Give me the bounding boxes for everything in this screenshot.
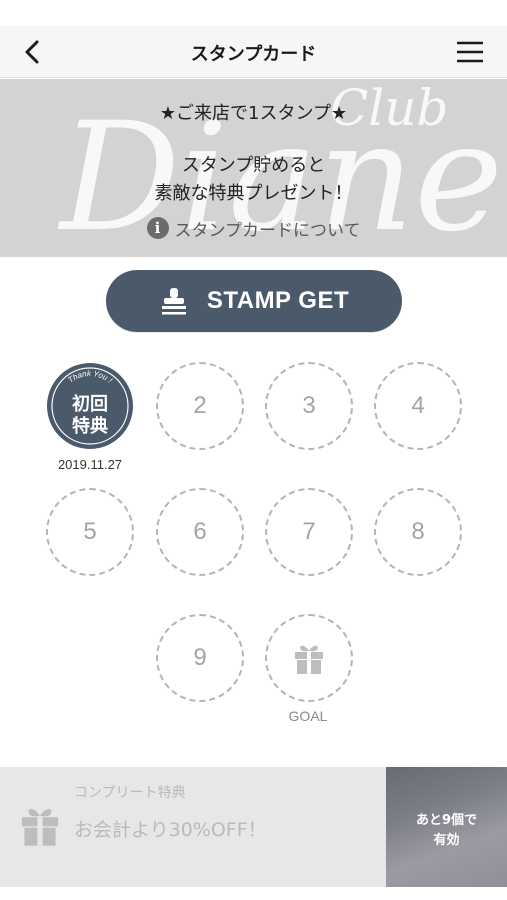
stamp-slot-7: 7: [265, 488, 353, 576]
stamp-date: 2019.11.27: [57, 457, 123, 472]
banner-description-line1: スタンプ貯めると: [181, 155, 326, 176]
stamp-slot-1-filled: Thank You ! 初回 特典: [46, 362, 134, 450]
svg-text:初回: 初回: [72, 393, 108, 414]
stamp-slot-8: 8: [374, 488, 462, 576]
page-title: スタンプカード: [190, 44, 317, 65]
reward-photo: あと9個で 有効: [386, 767, 507, 887]
stamp-slot-5: 5: [46, 488, 134, 576]
first-visit-stamp: Thank You ! 初回 特典: [47, 363, 133, 449]
banner-description-line2: 素敵な特典プレゼント！: [154, 183, 353, 204]
stamp-slot-3: 3: [265, 362, 353, 450]
about-stamp-card-link[interactable]: i スタンプカードについて: [0, 215, 507, 241]
hamburger-menu-icon: [457, 41, 483, 63]
complete-reward-text: お会計より30%OFF！: [74, 819, 267, 841]
stamp-slot-2: 2: [156, 362, 244, 450]
remaining-valid-text: 有効: [433, 833, 460, 848]
remaining-count-text: あと9個で: [415, 813, 478, 828]
stamp-slot-6: 6: [156, 488, 244, 576]
svg-text:特典: 特典: [72, 415, 108, 436]
stamp-get-label: STAMP GET: [206, 287, 350, 314]
stamp-slot-4: 4: [374, 362, 462, 450]
complete-reward-bar: コンプリート特典 お会計より30%OFF！ あと9個で 有効: [0, 767, 507, 887]
about-link-label: スタンプカードについて: [174, 220, 361, 241]
stamp-get-button[interactable]: STAMP GET: [106, 270, 402, 332]
status-bar: [0, 0, 507, 26]
gift-icon: [295, 645, 323, 674]
menu-button[interactable]: [455, 38, 485, 66]
gift-icon: [21, 808, 59, 846]
stamp-icon: [161, 288, 186, 315]
stamp-slot-goal: [265, 614, 353, 702]
info-icon: i: [146, 217, 169, 239]
nav-bar: スタンプカード: [0, 26, 507, 78]
goal-label: GOAL: [288, 708, 328, 724]
stamp-slot-9: 9: [156, 614, 244, 702]
back-button[interactable]: [18, 38, 48, 66]
stamp-card-banner: Diane Club ★ご来店で1スタンプ★ スタンプ貯めると 素敵な特典プレゼ…: [0, 79, 507, 257]
banner-headline: ★ご来店で1スタンプ★: [159, 103, 348, 124]
chevron-left-icon: [25, 40, 39, 64]
complete-subtitle: コンプリート特典: [74, 785, 186, 801]
